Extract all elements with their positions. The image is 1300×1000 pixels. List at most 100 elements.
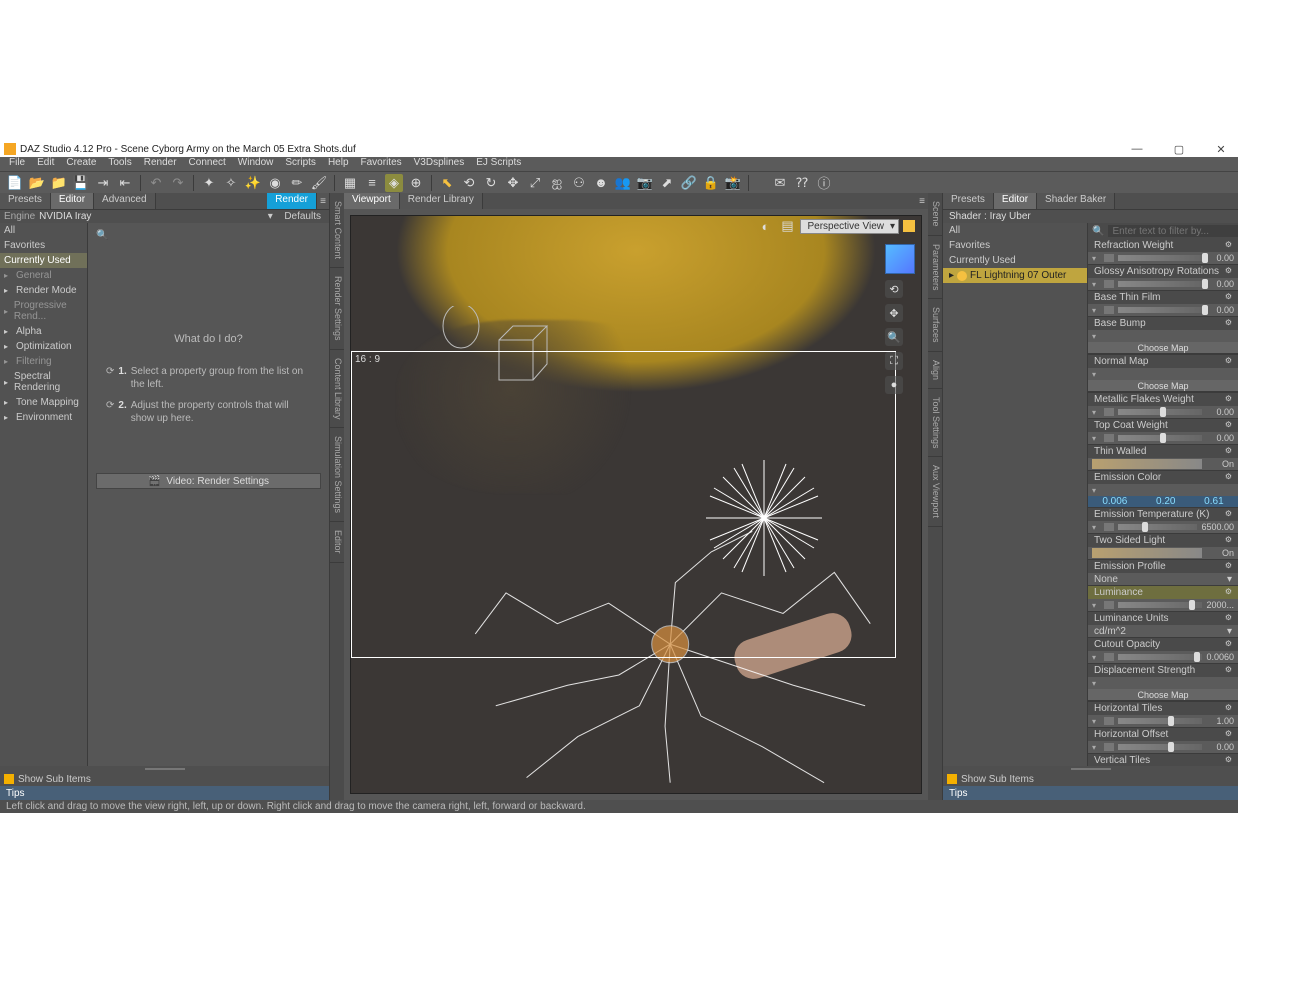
show-sub-items-checkbox-right[interactable] — [947, 774, 957, 784]
property-slider[interactable]: ▾0.00 — [1088, 432, 1238, 444]
scale-icon[interactable]: ⤢ — [526, 174, 544, 192]
people-icon[interactable]: 👥 — [614, 174, 632, 192]
orbit-tool-icon[interactable]: ⟲ — [885, 280, 903, 298]
menu-window[interactable]: Window — [233, 157, 279, 171]
rtree-currently[interactable]: Currently Used — [943, 253, 1087, 268]
expand-icon[interactable]: ▾ — [1092, 408, 1100, 417]
property-gear-icon[interactable]: ⚙ — [1225, 639, 1232, 650]
vtab-align[interactable]: Align — [928, 352, 942, 389]
vtab-aux-viewport[interactable]: Aux Viewport — [928, 457, 942, 527]
property-slider[interactable]: ▾0.00 — [1088, 406, 1238, 418]
figure-icon[interactable]: ⚇ — [570, 174, 588, 192]
property-gear-icon[interactable]: ⚙ — [1225, 587, 1232, 598]
property-gear-icon[interactable]: ⚙ — [1225, 509, 1232, 520]
property-slider[interactable]: ▾1.00 — [1088, 715, 1238, 727]
search-icon[interactable]: 🔍 — [96, 230, 110, 241]
choose-map-button[interactable]: Choose Map — [1088, 342, 1238, 354]
snap-icon[interactable]: ◈ — [385, 174, 403, 192]
viewport-3d[interactable]: 16 : 9 ◐ ▤ Perspective View ⟲ ✥ 🔍 ⛶ ● — [350, 215, 922, 794]
export-icon[interactable]: ⇤ — [116, 174, 134, 192]
tree-alpha[interactable]: ▸Alpha — [0, 324, 87, 339]
tips-bar-right[interactable]: Tips — [943, 786, 1238, 800]
panel-menu-icon[interactable]: ≡ — [317, 193, 329, 209]
tree-favorites[interactable]: Favorites — [0, 238, 87, 253]
expand-icon[interactable]: ▾ — [1092, 370, 1100, 379]
map-thumb-icon[interactable] — [1104, 653, 1114, 661]
move-icon[interactable]: ✥ — [504, 174, 522, 192]
tree-render-mode[interactable]: ▸Render Mode — [0, 283, 87, 298]
map-thumb-icon[interactable] — [1104, 254, 1114, 262]
map-thumb-icon[interactable] — [1104, 743, 1114, 751]
property-gear-icon[interactable]: ⚙ — [1225, 394, 1232, 405]
new-icon[interactable]: 📄 — [6, 174, 24, 192]
expand-icon[interactable]: ▾ — [1092, 332, 1100, 341]
property-gear-icon[interactable]: ⚙ — [1225, 292, 1232, 303]
pan-tool-icon[interactable]: ✥ — [885, 304, 903, 322]
property-gear-icon[interactable]: ⚙ — [1225, 420, 1232, 431]
help-icon[interactable]: ⁇ — [793, 174, 811, 192]
pointer-icon[interactable]: ⬉ — [438, 174, 456, 192]
property-slider[interactable]: ▾0.00 — [1088, 278, 1238, 290]
expand-icon[interactable]: ▾ — [1092, 306, 1100, 315]
target-icon[interactable]: ⊕ — [407, 174, 425, 192]
property-toggle[interactable]: On — [1088, 547, 1238, 559]
choose-map-button[interactable]: Choose Map — [1088, 689, 1238, 701]
tree-optimization[interactable]: ▸Optimization — [0, 339, 87, 354]
property-gear-icon[interactable]: ⚙ — [1225, 240, 1232, 251]
expand-icon[interactable]: ▾ — [1092, 601, 1100, 610]
tab-presets[interactable]: Presets — [0, 193, 51, 209]
tree-filtering[interactable]: ▸Filtering — [0, 354, 87, 369]
expand-icon[interactable]: ▾ — [1092, 523, 1100, 532]
map-thumb-icon[interactable] — [1104, 408, 1114, 416]
property-filter-input[interactable] — [1108, 225, 1238, 237]
about-icon[interactable]: ⓘ — [815, 174, 833, 192]
import-icon[interactable]: ⇥ — [94, 174, 112, 192]
menu-file[interactable]: File — [4, 157, 30, 171]
vtab-surfaces[interactable]: Surfaces — [928, 299, 942, 352]
property-gear-icon[interactable]: ⚙ — [1225, 613, 1232, 624]
globe-icon[interactable]: ◉ — [266, 174, 284, 192]
tree-all[interactable]: All — [0, 223, 87, 238]
color-values[interactable]: 0.0060.200.61 — [1088, 496, 1238, 507]
bone-icon[interactable]: ✦ — [200, 174, 218, 192]
tab-render-library[interactable]: Render Library — [400, 193, 483, 209]
menu-ejscripts[interactable]: EJ Scripts — [471, 157, 526, 171]
cursor-icon[interactable]: ⬈ — [658, 174, 676, 192]
wand-icon[interactable]: ✨ — [244, 174, 262, 192]
property-slider[interactable]: ▾6500.00 — [1088, 521, 1238, 533]
paint-icon[interactable]: 🖌 — [310, 174, 328, 192]
property-gear-icon[interactable]: ⚙ — [1225, 535, 1232, 546]
spray-icon[interactable]: ✏ — [288, 174, 306, 192]
vtab-content-library[interactable]: Content Library — [330, 350, 344, 429]
property-gear-icon[interactable]: ⚙ — [1225, 472, 1232, 483]
rtab-editor[interactable]: Editor — [994, 193, 1037, 209]
map-thumb-icon[interactable] — [1104, 523, 1114, 531]
tab-advanced[interactable]: Advanced — [94, 193, 155, 209]
expand-icon[interactable]: ▾ — [1092, 717, 1100, 726]
redo-icon[interactable]: ↷ — [169, 174, 187, 192]
mail-icon[interactable]: ✉ — [771, 174, 789, 192]
tree-general[interactable]: ▸General — [0, 268, 87, 283]
camera-icon[interactable]: 📷 — [636, 174, 654, 192]
expand-icon[interactable]: ▾ — [1092, 743, 1100, 752]
menu-v3dsplines[interactable]: V3Dsplines — [409, 157, 470, 171]
property-gear-icon[interactable]: ⚙ — [1225, 729, 1232, 740]
property-slider[interactable]: ▾0.00 — [1088, 252, 1238, 264]
vtab-parameters[interactable]: Parameters — [928, 236, 942, 300]
menu-tools[interactable]: Tools — [103, 157, 136, 171]
reset-view-icon[interactable]: ● — [885, 376, 903, 394]
property-slider[interactable]: ▾0.0060 — [1088, 651, 1238, 663]
vtab-editor[interactable]: Editor — [330, 522, 344, 563]
property-gear-icon[interactable]: ⚙ — [1225, 356, 1232, 367]
show-sub-items-checkbox[interactable] — [4, 774, 14, 784]
link-icon[interactable]: 🔗 — [680, 174, 698, 192]
lock-icon[interactable]: 🔒 — [702, 174, 720, 192]
expand-arrow-icon[interactable]: ▸ — [949, 270, 954, 281]
tab-viewport[interactable]: Viewport — [344, 193, 400, 209]
property-gear-icon[interactable]: ⚙ — [1225, 703, 1232, 714]
snapshot-icon[interactable]: 📸 — [724, 174, 742, 192]
choose-map-button[interactable]: Choose Map — [1088, 380, 1238, 392]
grid-icon[interactable]: ▦ — [341, 174, 359, 192]
undo-icon[interactable]: ↶ — [147, 174, 165, 192]
defaults-button[interactable]: Defaults — [276, 211, 329, 222]
